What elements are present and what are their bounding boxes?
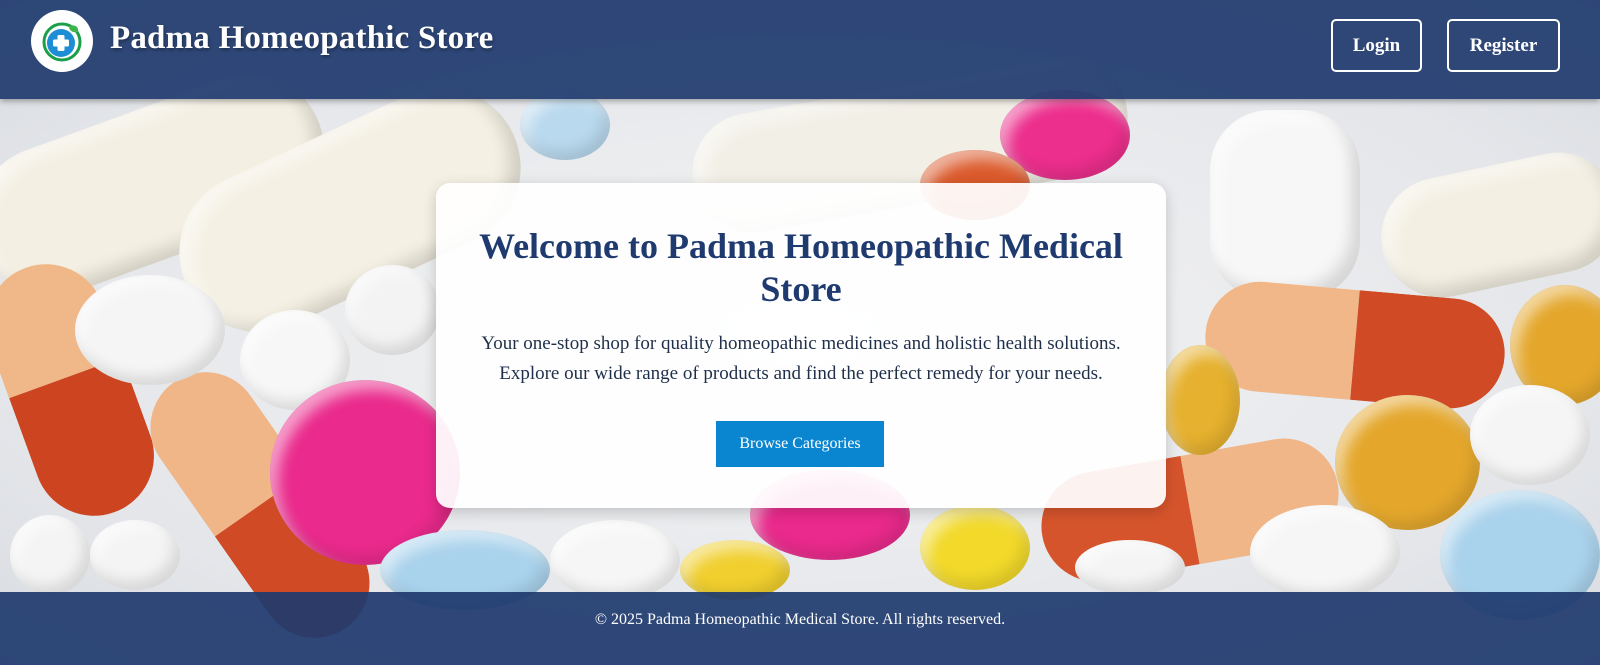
copyright-text: © 2025 Padma Homeopathic Medical Store. … (594, 611, 1006, 628)
tablet-white (1075, 540, 1185, 595)
capsule-white (1370, 141, 1600, 309)
site-brand-title[interactable]: Padma Homeopathic Store (110, 20, 493, 57)
tablet-white (75, 275, 225, 385)
tablet-yellow (1160, 345, 1240, 455)
tablet-white (10, 515, 90, 595)
site-header: Padma Homeopathic Store Login Register (0, 0, 1600, 99)
register-button[interactable]: Register (1447, 19, 1560, 72)
tablet-white (1470, 385, 1590, 485)
medical-cross-icon (42, 22, 82, 62)
capsule-white (1210, 110, 1360, 300)
tablet-white (550, 520, 680, 600)
tablet-blue (520, 90, 610, 160)
welcome-card: Welcome to Padma Homeopathic Medical Sto… (436, 183, 1166, 508)
tablet-white (90, 520, 180, 590)
welcome-description: Your one-stop shop for quality homeopath… (481, 333, 1121, 384)
tablet-yellow (920, 505, 1030, 590)
tablet-white (1250, 505, 1400, 600)
capsule-orange (1200, 277, 1510, 413)
login-button[interactable]: Login (1331, 19, 1422, 72)
tablet-white (345, 265, 440, 355)
browse-categories-button[interactable]: Browse Categories (716, 421, 884, 467)
tablet-yellow (680, 540, 790, 600)
logo[interactable] (31, 10, 93, 72)
site-footer: © 2025 Padma Homeopathic Medical Store. … (0, 592, 1600, 665)
welcome-heading: Welcome to Padma Homeopathic Medical Sto… (479, 226, 1123, 309)
